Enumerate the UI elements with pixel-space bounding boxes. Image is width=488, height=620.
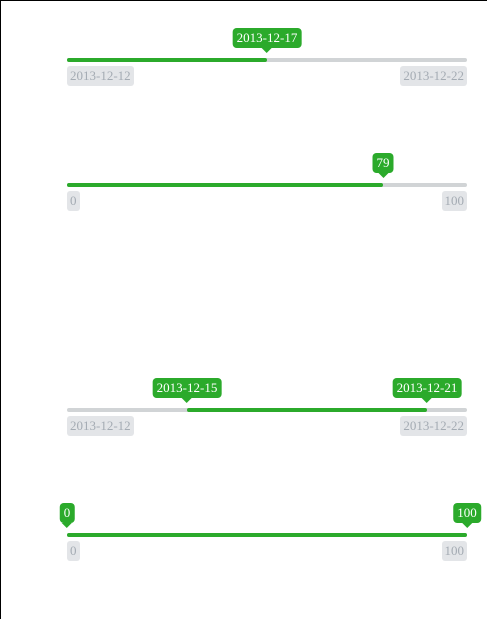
slider-selection-bar [67, 533, 467, 537]
slider-ceil-label: 100 [441, 541, 467, 561]
slider-high-value-label[interactable]: 2013-12-21 [392, 378, 462, 403]
slider-selection-bar [67, 58, 267, 62]
slider-value-label[interactable]: 2013-12-17 [232, 28, 302, 53]
date-slider[interactable]: 2013-12-17 2013-12-12 2013-12-22 [67, 28, 467, 118]
slider-floor-label: 2013-12-12 [67, 66, 134, 86]
slider-value-label[interactable]: 79 [372, 153, 394, 178]
slider-high-value-label[interactable]: 100 [453, 503, 481, 528]
slider-floor-label: 2013-12-12 [67, 416, 134, 436]
slider-ceil-label: 100 [441, 191, 467, 211]
slider-ceil-label: 2013-12-22 [400, 66, 467, 86]
slider-floor-label: 0 [67, 191, 80, 211]
slider-ceil-label: 2013-12-22 [400, 416, 467, 436]
date-range-slider[interactable]: 2013-12-15 2013-12-21 2013-12-12 2013-12… [67, 378, 467, 468]
slider-selection-bar [67, 183, 383, 187]
slider-low-value-label[interactable]: 2013-12-15 [152, 378, 222, 403]
slider-low-value-label[interactable]: 0 [59, 503, 75, 528]
slider-selection-bar [187, 408, 427, 412]
slider-floor-label: 0 [67, 541, 80, 561]
numeric-slider[interactable]: 79 0 100 [67, 153, 467, 243]
numeric-range-slider[interactable]: 0 100 0 100 [59, 503, 481, 593]
